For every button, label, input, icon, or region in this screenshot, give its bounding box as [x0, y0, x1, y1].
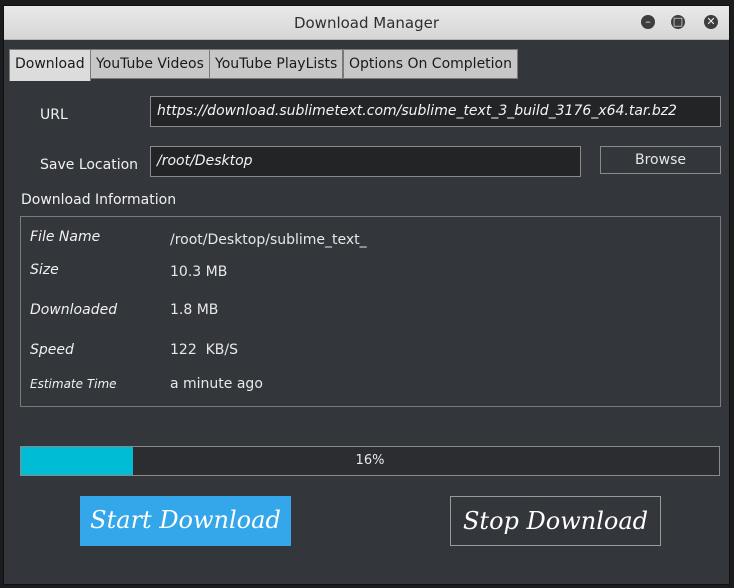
maximize-icon[interactable]: □	[671, 15, 685, 29]
speed-key: Speed	[30, 342, 74, 358]
tab-youtube-playlists[interactable]: YouTube PlayLists	[209, 49, 344, 79]
speed-value: 122 KB/S	[170, 342, 239, 358]
save-location-label: Save Location	[40, 157, 139, 173]
tab-youtube-videos[interactable]: YouTube Videos	[90, 49, 210, 79]
close-icon[interactable]: ✕	[704, 15, 718, 29]
downloaded-value: 1.8 MB	[170, 302, 219, 318]
download-information-group	[20, 216, 721, 407]
estimate-time-value: a minute ago	[170, 376, 263, 392]
start-download-button[interactable]: Start Download	[80, 496, 291, 546]
progress-text: 16%	[355, 453, 385, 468]
browse-button[interactable]: Browse	[600, 146, 721, 174]
downloaded-key: Downloaded	[30, 302, 118, 318]
url-label: URL	[40, 107, 68, 123]
size-value: 10.3 MB	[170, 264, 228, 280]
download-manager-window: Download Manager – □ ✕ Download YouTube …	[3, 5, 730, 585]
save-location-input[interactable]: /root/Desktop	[150, 146, 581, 177]
download-progress-bar: 16%	[20, 446, 720, 476]
stop-download-button[interactable]: Stop Download	[450, 496, 661, 546]
title-bar[interactable]: Download Manager – □ ✕	[4, 6, 729, 40]
minimize-icon[interactable]: –	[641, 15, 655, 29]
size-key: Size	[30, 262, 59, 278]
file-name-value: /root/Desktop/sublime_text_	[170, 232, 367, 248]
file-name-key: File Name	[30, 229, 101, 245]
download-information-label: Download Information	[19, 192, 179, 208]
estimate-time-key: Estimate Time	[30, 377, 117, 391]
tab-options-on-completion[interactable]: Options On Completion	[343, 49, 518, 79]
window-title: Download Manager	[293, 14, 440, 32]
url-input[interactable]: https://download.sublimetext.com/sublime…	[150, 96, 721, 127]
tab-download[interactable]: Download	[9, 49, 91, 81]
